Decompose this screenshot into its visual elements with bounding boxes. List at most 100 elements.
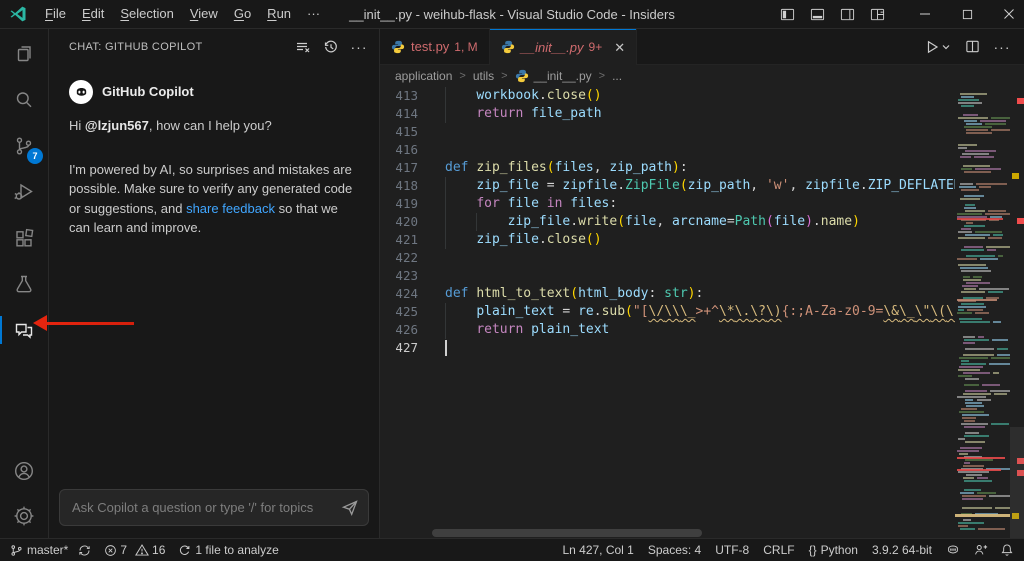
indentation-item[interactable]: Spaces: 4 — [648, 543, 701, 557]
search-icon[interactable] — [0, 77, 48, 123]
vertical-scrollbar[interactable] — [1010, 427, 1024, 538]
line-number: 419 — [395, 196, 418, 211]
testing-icon[interactable] — [0, 261, 48, 307]
editor-group: test.py 1, M __init__.py 9+ ✕ ··· applicatio… — [380, 29, 1024, 538]
code-line: 424 def html_to_text(html_body: str): — [380, 285, 957, 303]
chat-more-actions-icon[interactable]: ··· — [349, 36, 369, 58]
vscode-window: { "title_bar": { "menus": ["File", "Edit… — [0, 0, 1024, 561]
menu-bar: File Edit Selection View Go Run ··· — [37, 0, 328, 28]
code-text: for file in files: — [445, 195, 617, 213]
breadcrumb-item-utils[interactable]: utils — [473, 69, 494, 83]
code-editor[interactable]: 413 workbook.close() 414 return file_path… — [380, 87, 1024, 538]
sidebar-chat-panel: CHAT: GITHUB COPILOT ··· GitHub Copilot … — [49, 29, 380, 538]
menu-more[interactable]: ··· — [299, 0, 328, 28]
chat-history-icon[interactable] — [321, 36, 341, 58]
copilot-chat-icon[interactable] — [0, 307, 48, 353]
analyze-item[interactable]: 1 file to analyze — [178, 543, 279, 557]
code-line: 422 — [380, 249, 957, 267]
title-bar: File Edit Selection View Go Run ··· __init__.p… — [0, 0, 1024, 29]
maximize-button[interactable] — [952, 0, 982, 28]
extensions-icon[interactable] — [0, 215, 48, 261]
source-control-badge: 7 — [27, 148, 43, 164]
line-number: 416 — [395, 142, 418, 157]
close-window-button[interactable] — [994, 0, 1024, 28]
split-editor-icon[interactable] — [960, 35, 984, 59]
run-python-file-icon[interactable] — [920, 35, 954, 59]
menu-view[interactable]: View — [182, 0, 226, 28]
problems-item[interactable]: 7 16 — [104, 543, 165, 557]
clear-chat-icon[interactable] — [293, 36, 313, 58]
copilot-status-icon[interactable] — [946, 543, 960, 557]
run-and-debug-icon[interactable] — [0, 169, 48, 215]
code-line: 418 zip_file = zipfile.ZipFile(zip_path,… — [380, 177, 957, 195]
line-number: 423 — [395, 268, 418, 283]
code-line: 416 — [380, 141, 957, 159]
chat-send-icon[interactable] — [340, 497, 360, 517]
code-lines: 413 workbook.close() 414 return file_path… — [380, 87, 957, 357]
chat-input-container — [59, 489, 369, 526]
line-number: 415 — [395, 124, 418, 139]
code-line: 425 plain_text = re.sub("[\/\\\_>+^\*\.\… — [380, 303, 957, 321]
python-interpreter-item[interactable]: 3.9.2 64-bit — [872, 543, 932, 557]
overview-ruler[interactable] — [1010, 87, 1024, 538]
chat-panel-title: CHAT: GITHUB COPILOT — [69, 40, 203, 53]
python-file-icon — [391, 40, 405, 54]
accounts-icon[interactable] — [0, 448, 48, 494]
breadcrumb-item-initpy[interactable]: __init__.py — [515, 69, 592, 83]
copilot-avatar-icon — [69, 80, 93, 104]
editor-more-actions-icon[interactable]: ··· — [990, 35, 1014, 59]
code-line: 423 — [380, 267, 957, 285]
language-mode-item[interactable]: {} Python — [809, 543, 858, 557]
breadcrumb-separator-icon: > — [598, 70, 606, 82]
menu-file[interactable]: File — [37, 0, 74, 28]
code-text: def html_to_text(html_body: str): — [445, 286, 704, 301]
tab-__init__.py[interactable]: __init__.py 9+ ✕ — [489, 29, 638, 65]
chat-bot-row: GitHub Copilot — [69, 80, 359, 104]
cursor-position-item[interactable]: Ln 427, Col 1 — [562, 543, 633, 557]
editor-actions: ··· — [920, 29, 1024, 64]
feedback-icon[interactable] — [974, 543, 988, 557]
eol-item[interactable]: CRLF — [763, 543, 794, 557]
source-control-icon[interactable]: 7 — [0, 123, 48, 169]
breadcrumb-item-[interactable]: ... — [612, 69, 622, 83]
status-bar-right: Ln 427, Col 1 Spaces: 4 UTF-8 CRLF {} Pyt… — [548, 543, 1014, 557]
code-line: 414 return file_path — [380, 105, 957, 123]
tab-test.py[interactable]: test.py 1, M — [380, 29, 490, 64]
horizontal-scrollbar[interactable] — [432, 529, 702, 537]
line-number: 426 — [395, 322, 418, 337]
code-text: return file_path — [445, 105, 602, 123]
tab-problem-badge: 1, M — [454, 39, 478, 54]
chat-disclaimer: I'm powered by AI, so surprises and mist… — [69, 161, 353, 236]
breadcrumb-item-application[interactable]: application — [395, 69, 452, 83]
git-branch-item[interactable]: master* — [10, 543, 91, 557]
error-icon — [105, 544, 117, 556]
chat-bot-name: GitHub Copilot — [102, 84, 194, 100]
status-bar: master* 7 16 1 file to analyze Ln 427, C… — [0, 538, 1024, 561]
menu-run[interactable]: Run — [259, 0, 299, 28]
text-cursor — [445, 340, 447, 356]
minimize-button[interactable] — [910, 0, 940, 28]
menu-selection[interactable]: Selection — [112, 0, 181, 28]
encoding-item[interactable]: UTF-8 — [715, 543, 749, 557]
breadcrumb: application > utils > __init__.py >... — [380, 65, 1024, 87]
notifications-bell-icon[interactable] — [1000, 543, 1014, 557]
minimap[interactable] — [955, 87, 1010, 538]
close-tab-icon[interactable]: ✕ — [614, 41, 625, 54]
toggle-panel-icon[interactable] — [802, 0, 832, 28]
settings-gear-icon[interactable] — [0, 494, 48, 538]
toggle-sidebar-icon[interactable] — [772, 0, 802, 28]
customize-layout-icon[interactable] — [862, 0, 892, 28]
line-number: 417 — [395, 160, 418, 175]
tab-label: __init__.py — [520, 39, 584, 55]
menu-edit[interactable]: Edit — [74, 0, 112, 28]
line-number: 421 — [395, 232, 418, 247]
line-number: 414 — [395, 106, 418, 121]
tab-bar: test.py 1, M __init__.py 9+ ✕ ··· — [380, 29, 1024, 65]
toggle-secondary-sidebar-icon[interactable] — [832, 0, 862, 28]
share-feedback-link[interactable]: share feedback — [186, 201, 275, 216]
explorer-icon[interactable] — [0, 31, 48, 77]
git-branch-icon — [11, 544, 22, 556]
chat-input[interactable] — [59, 489, 369, 526]
code-line: 420 zip_file.write(file, arcname=Path(fi… — [380, 213, 957, 231]
menu-go[interactable]: Go — [226, 0, 259, 28]
